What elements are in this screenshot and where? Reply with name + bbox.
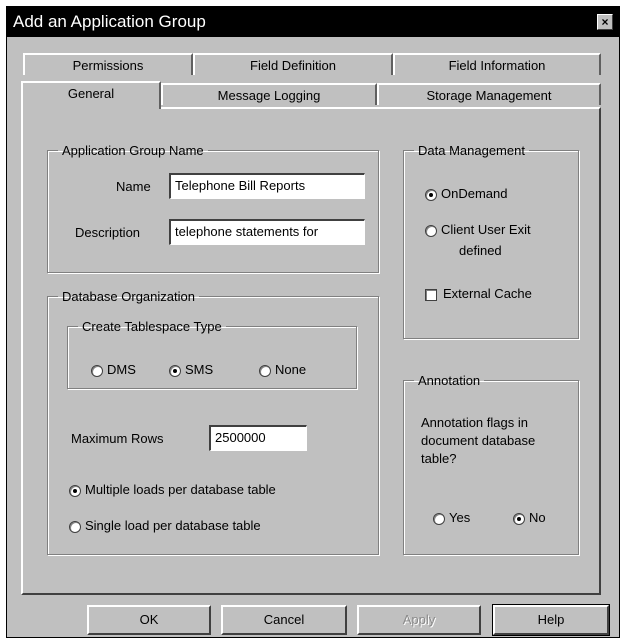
ondemand-label: OnDemand [441,186,508,201]
title-bar: Add an Application Group × [7,7,619,37]
none-radio[interactable] [259,365,271,377]
maximum-rows-field[interactable]: 2500000 [209,425,307,451]
multiple-loads-label: Multiple loads per database table [85,482,276,497]
name-field[interactable]: Telephone Bill Reports [169,173,365,199]
database-organization-legend: Database Organization [62,289,195,304]
ok-button[interactable]: OK [87,605,211,635]
annotation-yes-radio[interactable] [433,513,445,525]
application-group-name-legend: Application Group Name [62,143,204,158]
description-field[interactable]: telephone statements for [169,219,365,245]
annotation-no-radio[interactable] [513,513,525,525]
annotation-question-line-3: table? [421,451,457,466]
create-tablespace-type-legend: Create Tablespace Type [82,319,222,334]
add-application-group-dialog: Add an Application Group × Permissions F… [6,6,620,638]
client-user-exit-label: Client User Exit [441,222,531,237]
general-tab-panel: Application Group Name Name Telephone Bi… [21,107,601,595]
external-cache-label: External Cache [443,286,532,301]
tab-permissions[interactable]: Permissions [23,53,193,75]
annotation-question-line-1: Annotation flags in [421,415,528,430]
tab-field-information[interactable]: Field Information [393,53,601,75]
ondemand-radio[interactable] [425,189,437,201]
sms-label: SMS [185,362,214,377]
dms-radio[interactable] [91,365,103,377]
external-cache-checkbox[interactable] [425,289,437,301]
name-label: Name [116,179,151,194]
single-load-radio[interactable] [69,521,81,533]
tab-storage-management[interactable]: Storage Management [377,83,601,105]
annotation-question-line-2: document database [421,433,536,448]
data-management-group: Data Management [403,143,579,339]
cancel-button[interactable]: Cancel [221,605,347,635]
annotation-legend: Annotation [418,373,481,388]
annotation-no-label: No [529,510,546,525]
tab-message-logging[interactable]: Message Logging [161,83,377,105]
window-title: Add an Application Group [13,12,206,31]
tab-field-definition[interactable]: Field Definition [193,53,393,75]
single-load-label: Single load per database table [85,518,261,533]
sms-radio[interactable] [169,365,181,377]
client-user-exit-label-2: defined [459,243,502,258]
dms-label: DMS [107,362,136,377]
create-tablespace-type-group: Create Tablespace Type [67,319,357,389]
help-button[interactable]: Help [492,604,610,636]
maximum-rows-label: Maximum Rows [71,431,164,446]
none-label: None [275,362,307,377]
description-label: Description [75,225,141,240]
tab-general[interactable]: General [21,81,161,109]
application-group-name-group: Application Group Name [47,143,379,273]
client-user-exit-radio[interactable] [425,225,437,237]
data-management-legend: Data Management [418,143,525,158]
close-icon[interactable]: × [597,14,613,30]
annotation-yes-label: Yes [449,510,471,525]
apply-button[interactable]: Apply [357,605,481,635]
multiple-loads-radio[interactable] [69,485,81,497]
